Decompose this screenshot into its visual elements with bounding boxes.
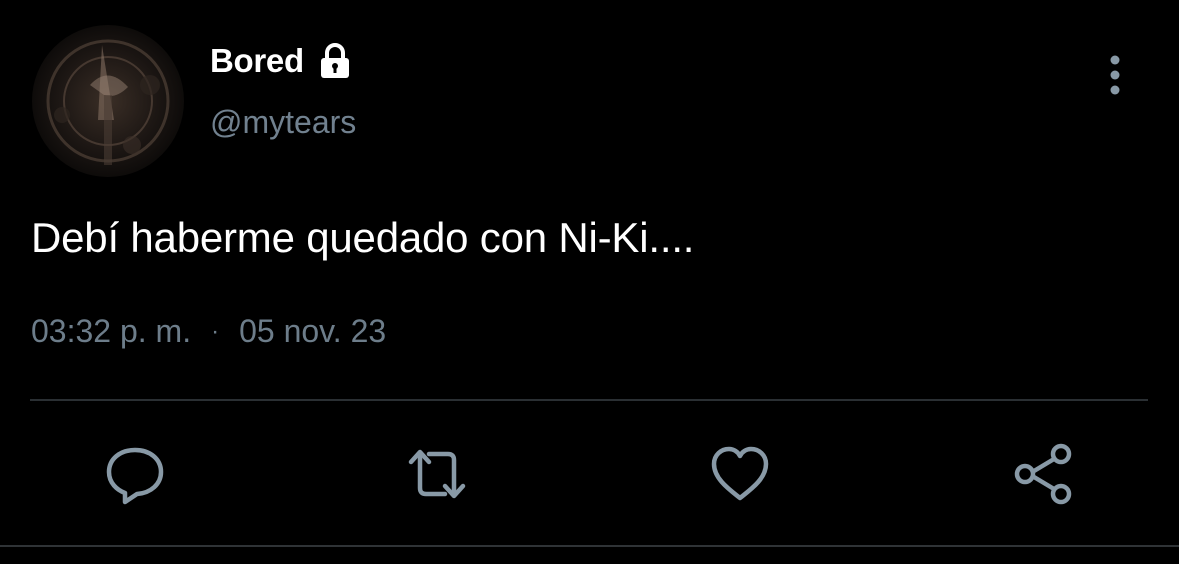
display-name-text: Bored	[210, 42, 304, 79]
share-button[interactable]	[1011, 442, 1075, 506]
reply-button[interactable]	[103, 442, 167, 506]
avatar[interactable]	[32, 25, 184, 177]
share-icon	[1014, 443, 1072, 505]
tweet-time: 03:32 p. m.	[31, 313, 192, 349]
tweet-meta: 03:32 p. m. · 05 nov. 23	[31, 313, 386, 350]
tweet-text: Debí haberme quedado con Ni-Ki....	[31, 214, 695, 261]
more-options-button[interactable]	[1098, 52, 1132, 98]
user-display-name[interactable]: Bored	[210, 42, 354, 80]
more-vertical-icon	[1110, 55, 1120, 95]
meta-separator: ·	[211, 317, 220, 345]
retweet-icon	[408, 449, 466, 499]
divider	[30, 399, 1148, 401]
like-button[interactable]	[708, 442, 772, 506]
retweet-button[interactable]	[405, 442, 469, 506]
heart-icon	[711, 446, 769, 501]
bottom-divider	[0, 545, 1179, 547]
avatar-image	[46, 39, 170, 165]
lock-icon	[320, 43, 349, 78]
reply-icon	[106, 447, 164, 505]
user-handle[interactable]: @mytears	[210, 104, 356, 141]
tweet-date: 05 nov. 23	[239, 313, 387, 349]
